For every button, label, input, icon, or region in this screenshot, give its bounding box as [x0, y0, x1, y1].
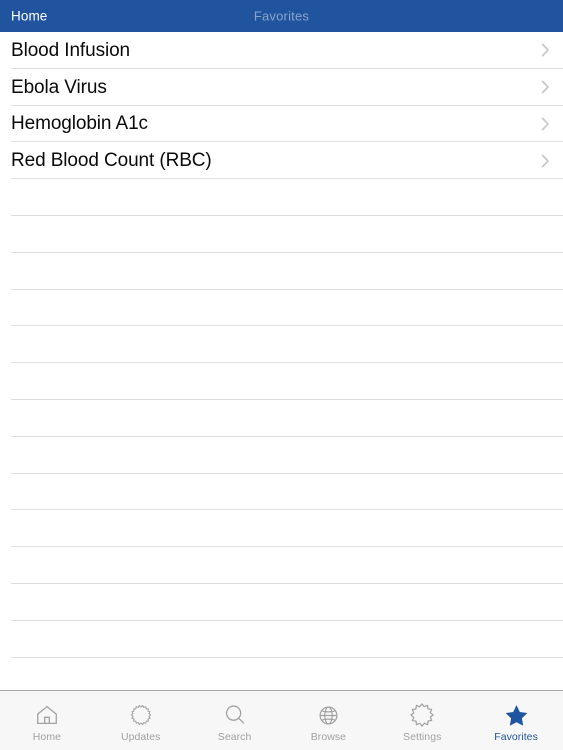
favorites-table[interactable]: Blood Infusion Ebola Virus Hemoglobin A1…	[0, 32, 563, 690]
list-item[interactable]: Hemoglobin A1c	[0, 105, 563, 143]
list-item-label: Ebola Virus	[11, 77, 107, 97]
empty-list-row	[0, 326, 563, 364]
empty-list-row	[0, 363, 563, 400]
empty-list-row	[0, 583, 563, 621]
tab-home[interactable]: Home	[0, 691, 94, 750]
tab-updates[interactable]: Updates	[94, 691, 188, 750]
chevron-right-icon	[541, 43, 550, 57]
list-item[interactable]: Red Blood Count (RBC)	[0, 142, 563, 180]
tab-search[interactable]: Search	[188, 691, 282, 750]
tab-browse[interactable]: Browse	[281, 691, 375, 750]
navigation-bar: Home Favorites	[0, 0, 563, 32]
house-icon	[33, 701, 61, 729]
tab-label: Home	[32, 731, 62, 744]
tab-label: Browse	[310, 731, 347, 744]
list-item[interactable]: Ebola Virus	[0, 68, 563, 106]
empty-list-row	[0, 473, 563, 511]
empty-list-row	[0, 620, 563, 658]
list-item-label: Blood Infusion	[11, 40, 131, 60]
empty-list-row	[0, 179, 563, 216]
app-root: Home Favorites Blood Infusion Ebola Viru…	[0, 0, 563, 750]
tab-favorites[interactable]: Favorites	[469, 691, 563, 750]
empty-list-row	[0, 510, 563, 548]
chevron-right-icon	[541, 154, 550, 168]
magnifier-icon	[221, 701, 249, 729]
empty-list-row	[0, 399, 563, 437]
chevron-right-icon	[541, 117, 550, 131]
tab-bar: Home Updates Search Browse Settings Favo…	[0, 690, 563, 750]
cog-large-icon	[408, 701, 436, 729]
empty-list-row	[0, 289, 563, 327]
star-filled-icon	[502, 701, 530, 729]
tab-label: Favorites	[494, 731, 538, 744]
tab-label: Settings	[403, 731, 442, 744]
empty-list-row	[0, 215, 563, 253]
chevron-right-icon	[541, 80, 550, 94]
list-item[interactable]: Blood Infusion	[0, 32, 563, 69]
page-title: Favorites	[253, 8, 310, 24]
globe-icon	[314, 701, 342, 729]
empty-list-row	[0, 436, 563, 474]
list-item-label: Red Blood Count (RBC)	[11, 151, 212, 171]
cog-small-icon	[127, 701, 155, 729]
tab-label: Search	[217, 731, 252, 744]
list-item-label: Hemoglobin A1c	[11, 114, 148, 134]
tab-settings[interactable]: Settings	[375, 691, 469, 750]
tab-label: Updates	[121, 731, 161, 744]
empty-list-row	[0, 547, 563, 584]
empty-list-row	[0, 252, 563, 290]
